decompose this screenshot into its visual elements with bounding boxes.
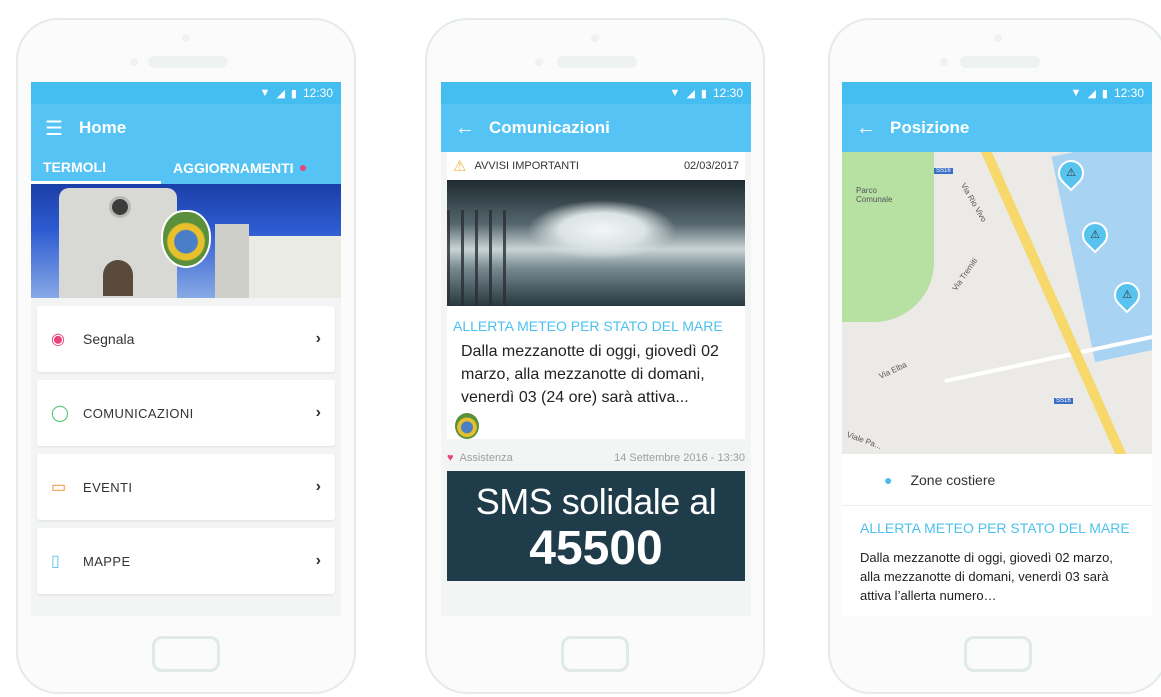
card-banner[interactable]: SMS solidale al 45500 bbox=[447, 471, 745, 581]
card-header: ⚠ AVVISI IMPORTANTI 02/03/2017 bbox=[447, 152, 745, 180]
map-label-via-rio-vivo: Via Rio Vivo bbox=[958, 181, 989, 224]
card-date: 02/03/2017 bbox=[683, 160, 739, 172]
status-time: 12:30 bbox=[302, 86, 333, 100]
page-title: Home bbox=[79, 118, 127, 137]
chat-bubble-icon: ◯ bbox=[51, 405, 69, 422]
notification-dot bbox=[299, 165, 306, 171]
screen-posizione: ▼ ◢ ▮ 12:30 ← Posizione Parco Comunale V… bbox=[842, 82, 1152, 616]
card-date: 14 Settembre 2016 - 13:30 bbox=[614, 452, 745, 464]
alert-title: ALLERTA METEO PER STATO DEL MARE bbox=[842, 506, 1152, 542]
map-label-via-elba: Via Elba bbox=[877, 360, 909, 381]
alert-text: Dalla mezzanotte di oggi, giovedì 02 mar… bbox=[842, 542, 1152, 616]
hero-image bbox=[31, 184, 341, 298]
status-bar: ▼ ◢ ▮ 12:30 bbox=[441, 82, 751, 104]
phone-frame-home: ▼ ◢ ▮ 12:30 ☰ Home TERMOLI AGGIORNAMENTI… bbox=[16, 18, 356, 694]
menu-item-eventi[interactable]: ▭ EVENTI › bbox=[37, 454, 335, 520]
back-arrow-icon[interactable]: ← bbox=[856, 117, 890, 140]
chevron-right-icon: › bbox=[315, 330, 321, 347]
tab-aggiornamenti[interactable]: AGGIORNAMENTI bbox=[161, 152, 306, 184]
zone-label: Zone costiere bbox=[910, 471, 996, 488]
page-title: Posizione bbox=[890, 118, 970, 137]
banner-line-2: 45500 bbox=[529, 522, 663, 575]
warning-icon: ⚠ bbox=[1122, 289, 1132, 301]
chevron-right-icon: › bbox=[315, 478, 321, 495]
app-bar: ← Comunicazioni bbox=[441, 104, 751, 152]
card-category: Assistenza bbox=[459, 452, 513, 464]
home-button[interactable] bbox=[964, 636, 1032, 672]
signal-icon: ◢ bbox=[1087, 87, 1096, 100]
chevron-right-icon: › bbox=[315, 552, 321, 569]
road-shield: SS16 bbox=[1054, 398, 1073, 404]
city-crest-logo bbox=[161, 210, 211, 268]
map-view[interactable]: Parco Comunale Via Rio Vivo Via Tremiti … bbox=[842, 152, 1152, 454]
map-icon: ▯ bbox=[51, 553, 60, 570]
menu-item-mappe[interactable]: ▯ MAPPE › bbox=[37, 528, 335, 594]
card-category: AVVISI IMPORTANTI bbox=[474, 160, 579, 172]
map-label-viale: Viale Pa... bbox=[845, 430, 883, 451]
app-bar: ← Posizione bbox=[842, 104, 1152, 152]
calendar-icon: ▭ bbox=[51, 479, 67, 496]
status-time: 12:30 bbox=[1113, 86, 1144, 100]
location-pin-icon: ● bbox=[884, 471, 893, 488]
news-card[interactable]: ⚠ AVVISI IMPORTANTI 02/03/2017 bbox=[447, 152, 745, 180]
signal-icon: ◢ bbox=[686, 87, 695, 100]
tab-bar: TERMOLI AGGIORNAMENTI bbox=[31, 152, 341, 184]
map-label-via-tremiti: Via Tremiti bbox=[950, 256, 980, 293]
page-title: Comunicazioni bbox=[489, 118, 610, 137]
wifi-icon: ▼ bbox=[669, 87, 681, 99]
status-bar: ▼ ◢ ▮ 12:30 bbox=[842, 82, 1152, 104]
card-image bbox=[447, 180, 745, 306]
home-button[interactable] bbox=[152, 636, 220, 672]
chevron-right-icon: › bbox=[315, 404, 321, 421]
signal-icon: ◢ bbox=[276, 87, 285, 100]
battery-icon: ▮ bbox=[290, 87, 297, 100]
map-label-park: Parco Comunale bbox=[856, 186, 893, 204]
screen-comunicazioni: ▼ ◢ ▮ 12:30 ← Comunicazioni ⚠ AVVISI IMP… bbox=[441, 82, 751, 616]
hamburger-menu-icon[interactable]: ☰ bbox=[45, 116, 79, 141]
city-crest-logo bbox=[455, 413, 479, 439]
card-text: Dalla mezzanotte di oggi, giovedì 02 mar… bbox=[461, 343, 719, 406]
banner-line-1: SMS solidale al bbox=[475, 481, 717, 522]
app-bar: ☰ Home bbox=[31, 104, 341, 152]
card-header[interactable]: ♥ Assistenza 14 Settembre 2016 - 13:30 bbox=[441, 445, 751, 471]
phone-frame-posizione: ▼ ◢ ▮ 12:30 ← Posizione Parco Comunale V… bbox=[828, 18, 1161, 694]
home-button[interactable] bbox=[561, 636, 629, 672]
battery-icon: ▮ bbox=[700, 87, 707, 100]
battery-icon: ▮ bbox=[1101, 87, 1108, 100]
screen-home: ▼ ◢ ▮ 12:30 ☰ Home TERMOLI AGGIORNAMENTI… bbox=[31, 82, 341, 616]
status-time: 12:30 bbox=[712, 86, 743, 100]
road-shield: SS16 bbox=[934, 168, 953, 174]
zone-row[interactable]: ● Zone costiere bbox=[842, 454, 1152, 506]
warning-icon: ⚠ bbox=[1090, 229, 1100, 241]
wifi-icon: ▼ bbox=[259, 87, 271, 99]
warning-icon: ⚠ bbox=[453, 158, 467, 175]
status-bar: ▼ ◢ ▮ 12:30 bbox=[31, 82, 341, 104]
location-pin-icon: ◉ bbox=[51, 331, 65, 348]
map-park bbox=[842, 152, 934, 322]
home-menu: ◉ Segnala › ◯ COMUNICAZIONI › ▭ EVENTI ›… bbox=[31, 298, 341, 594]
menu-item-comunicazioni[interactable]: ◯ COMUNICAZIONI › bbox=[37, 380, 335, 446]
warning-icon: ⚠ bbox=[1066, 167, 1076, 179]
tab-termoli[interactable]: TERMOLI bbox=[31, 152, 161, 184]
news-card-body[interactable]: ALLERTA METEO PER STATO DEL MARE Dalla m… bbox=[447, 306, 745, 439]
wifi-icon: ▼ bbox=[1070, 87, 1082, 99]
card-title: ALLERTA METEO PER STATO DEL MARE bbox=[453, 318, 723, 334]
back-arrow-icon[interactable]: ← bbox=[455, 117, 489, 140]
assistance-icon: ♥ bbox=[447, 452, 454, 464]
phone-frame-comunicazioni: ▼ ◢ ▮ 12:30 ← Comunicazioni ⚠ AVVISI IMP… bbox=[425, 18, 765, 694]
menu-item-segnala[interactable]: ◉ Segnala › bbox=[37, 306, 335, 372]
